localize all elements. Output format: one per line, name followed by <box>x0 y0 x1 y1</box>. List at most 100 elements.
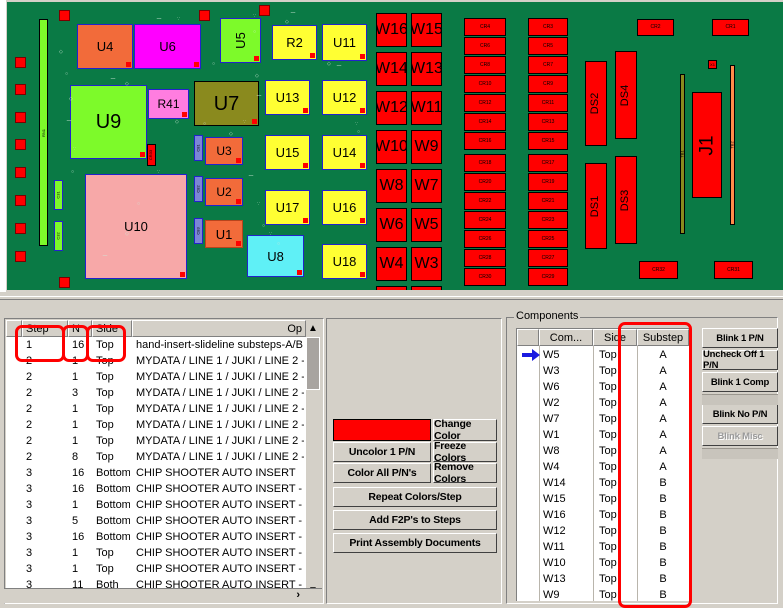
pcb-part-u2[interactable]: U2 <box>205 178 243 206</box>
pcb-part-w1[interactable]: W1 <box>411 286 442 290</box>
pcb-part-cr19[interactable]: CR19 <box>528 173 568 191</box>
pcb-part-u13[interactable]: U13 <box>265 80 310 115</box>
pcb-pad-1[interactable] <box>15 84 26 95</box>
pcb-part-u4[interactable]: U4 <box>77 24 133 69</box>
list-item[interactable]: W6 Top A <box>517 379 689 395</box>
pcb-part-u15[interactable]: U15 <box>265 135 310 170</box>
pcb-part-cr18[interactable]: CR18 <box>464 154 506 172</box>
pcb-part-u9[interactable]: U9 <box>70 85 147 159</box>
pcb-part-cr2[interactable]: CR2 <box>637 19 674 36</box>
pcb-part-cr33[interactable]: CR33 <box>147 144 156 166</box>
pcb-part-j1[interactable]: J1 <box>692 92 722 198</box>
pcb-pad-8[interactable] <box>59 10 70 21</box>
steps-vertical-scrollbar[interactable]: ▲ ▼ <box>306 320 320 600</box>
comp-column-header-side[interactable]: Side <box>593 329 637 346</box>
pcb-part-u5[interactable]: U5 <box>220 18 261 63</box>
pcb-pad-5[interactable] <box>15 195 26 206</box>
column-header-step[interactable]: Step <box>22 320 68 337</box>
pcb-part-w3[interactable]: W3 <box>411 247 442 281</box>
pcb-pad-10[interactable] <box>259 5 270 16</box>
pcb-part-cr27[interactable]: CR27 <box>528 249 568 267</box>
pcb-part-u10[interactable]: U10 <box>85 174 187 279</box>
table-row[interactable]: 3 16 Bottom CHIP SHOOTER AUTO INSERT - F <box>6 481 306 497</box>
pcb-part-w13[interactable]: W13 <box>411 52 442 86</box>
table-row[interactable]: 2 3 Top MYDATA / LINE 1 / JUKI / LINE 2 - <box>6 385 306 401</box>
pcb-part-w11[interactable]: W11 <box>411 91 442 125</box>
remove-colors-button[interactable]: Remove Colors <box>433 461 497 485</box>
pcb-part-cr31[interactable]: CR31 <box>714 261 753 279</box>
pcb-part-x1[interactable]: X1 <box>708 60 717 69</box>
list-item[interactable]: W2 Top A <box>517 395 689 411</box>
pcb-part-cr3[interactable]: CR3 <box>528 18 568 36</box>
pcb-part-u7[interactable]: U7 <box>194 81 259 126</box>
pcb-pad-3[interactable] <box>15 139 26 150</box>
pcb-part-ds2[interactable]: DS2 <box>585 61 607 146</box>
pcb-part-cr29[interactable]: CR29 <box>528 268 568 286</box>
pcb-part-cr17[interactable]: CR17 <box>528 154 568 172</box>
pcb-part-cr24[interactable]: CR24 <box>464 211 506 229</box>
pcb-part-u3[interactable]: U3 <box>205 137 243 165</box>
pcb-part-cr28[interactable]: CR28 <box>464 249 506 267</box>
pcb-part-cr26[interactable]: CR26 <box>464 230 506 248</box>
pcb-part-w5[interactable]: W5 <box>411 208 442 242</box>
pcb-part-w10[interactable]: W10 <box>376 130 407 164</box>
pcb-part-w9[interactable]: W9 <box>411 130 442 164</box>
pcb-part-cr20[interactable]: CR20 <box>464 173 506 191</box>
table-row[interactable]: 2 1 Top MYDATA / LINE 1 / JUKI / LINE 2 - <box>6 369 306 385</box>
pcb-part-u18[interactable]: U18 <box>322 244 367 279</box>
pcb-pad-11[interactable] <box>59 277 70 288</box>
pcb-pad-6[interactable] <box>15 223 26 234</box>
print-assembly-documents-button[interactable]: Print Assembly Documents <box>333 533 497 553</box>
pcb-part-w2[interactable]: W2 <box>376 286 407 290</box>
freeze-colors-button[interactable]: Freeze Colors <box>433 440 497 464</box>
table-row[interactable]: 2 1 Top MYDATA / LINE 1 / JUKI / LINE 2 - <box>6 401 306 417</box>
uncheck-off-1-p-n-button[interactable]: Uncheck Off 1 P/N <box>702 349 778 371</box>
table-row[interactable]: 3 1 Bottom CHIP SHOOTER AUTO INSERT - F <box>6 497 306 513</box>
pcb-pad-2[interactable] <box>15 112 26 123</box>
pcb-part-r41[interactable]: R41 <box>148 89 189 119</box>
table-row[interactable]: 2 1 Top MYDATA / LINE 1 / JUKI / LINE 2 - <box>6 353 306 369</box>
blink-1-p-n-button[interactable]: Blink 1 P/N <box>702 328 778 348</box>
pcb-pad-7[interactable] <box>15 251 26 262</box>
color-all-pns-button[interactable]: Color All P/N's <box>333 463 431 483</box>
pcb-part-cr14[interactable]: CR14 <box>464 113 506 131</box>
pcb-board-canvas[interactable]: U4 U6 U5 U9 R41 U7 U3 U2 U1 U10 U8 R2 U11 U13 U12 U15 U1… <box>7 2 783 290</box>
table-row[interactable]: 2 1 Top MYDATA / LINE 1 / JUKI / LINE 2 - <box>6 433 306 449</box>
pcb-part-cr12[interactable]: CR12 <box>464 94 506 112</box>
pcb-part-cr7[interactable]: CR7 <box>528 56 568 74</box>
list-item[interactable]: W1 Top A <box>517 427 689 443</box>
pcb-part-cr25[interactable]: CR25 <box>528 230 568 248</box>
column-header-op[interactable]: Op <box>132 320 306 337</box>
pcb-part-cr21[interactable]: CR21 <box>528 192 568 210</box>
pcb-part-u12[interactable]: U12 <box>322 80 367 115</box>
list-item[interactable]: W16 Top B <box>517 507 689 523</box>
pcb-part-u16[interactable]: U16 <box>322 190 367 225</box>
pcb-part-cr4[interactable]: CR4 <box>464 18 506 36</box>
pcb-part-w8[interactable]: W8 <box>376 169 407 203</box>
pcb-part-rn1[interactable]: RN1 <box>39 19 48 246</box>
components-grid[interactable]: Com... Side Substep W5 Top A W3 Top A W6 Top A W2… <box>516 328 689 601</box>
table-row[interactable]: 3 5 Bottom CHIP SHOOTER AUTO INSERT - F <box>6 513 306 529</box>
blink-1-comp-button[interactable]: Blink 1 Comp <box>702 372 778 392</box>
current-color-swatch[interactable] <box>333 419 431 441</box>
pcb-part-cr6[interactable]: CR6 <box>464 37 506 55</box>
table-row[interactable]: 2 8 Top MYDATA / LINE 1 / JUKI / LINE 2 - <box>6 449 306 465</box>
list-item[interactable]: W7 Top A <box>517 411 689 427</box>
pcb-part-cr15[interactable]: CR15 <box>528 132 568 150</box>
pcb-part-cr30[interactable]: CR30 <box>464 268 506 286</box>
list-item[interactable]: W12 Top B <box>517 523 689 539</box>
pcb-part-u1[interactable]: U1 <box>205 220 243 248</box>
pcb-part-cr32[interactable]: CR32 <box>639 261 678 279</box>
pcb-part-w4[interactable]: W4 <box>376 247 407 281</box>
pcb-part-ds3[interactable]: DS3 <box>615 156 637 244</box>
add-f2ps-to-steps-button[interactable]: Add F2P's to Steps <box>333 510 497 530</box>
pcb-part-cr23[interactable]: CR23 <box>528 211 568 229</box>
pcb-pad-0[interactable] <box>15 57 26 68</box>
pcb-part-w12[interactable]: W12 <box>376 91 407 125</box>
steps-scroll-thumb[interactable] <box>306 337 320 390</box>
pcb-part-cr8[interactable]: CR8 <box>464 56 506 74</box>
blink-no-p-n-button[interactable]: Blink No P/N <box>702 404 778 424</box>
scroll-right-icon[interactable]: › <box>296 589 300 601</box>
table-row[interactable]: 3 1 Top CHIP SHOOTER AUTO INSERT - F <box>6 561 306 577</box>
list-item[interactable]: W5 Top A <box>517 347 689 363</box>
